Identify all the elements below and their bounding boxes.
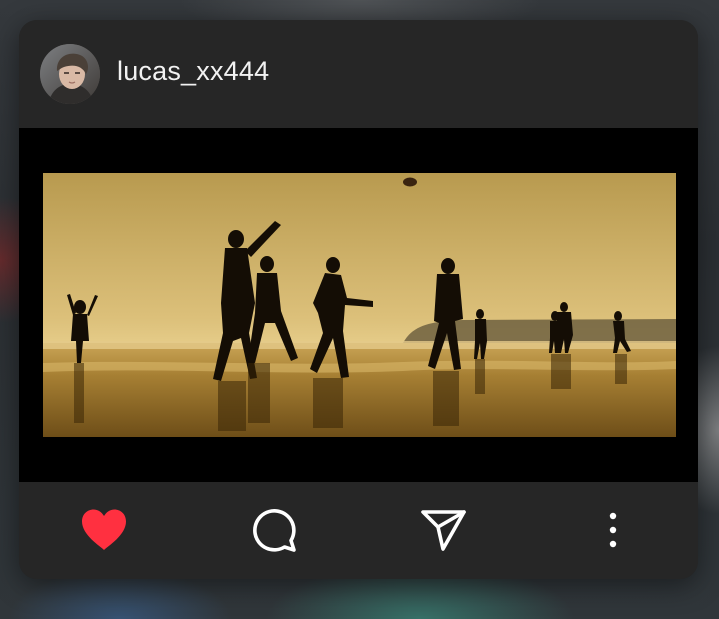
post-card: lucas_xx444 xyxy=(19,20,698,579)
post-header: lucas_xx444 xyxy=(19,20,698,128)
more-vertical-icon xyxy=(609,512,617,548)
heart-icon xyxy=(82,509,126,550)
beach-football-photo[interactable] xyxy=(43,173,676,437)
username[interactable]: lucas_xx444 xyxy=(117,56,269,87)
share-button[interactable] xyxy=(415,502,471,558)
more-options-button[interactable] xyxy=(585,502,641,558)
comment-button[interactable] xyxy=(246,502,302,558)
comment-icon xyxy=(253,509,296,552)
like-button[interactable] xyxy=(76,502,132,558)
send-icon xyxy=(421,510,466,551)
post-actions xyxy=(19,482,698,579)
post-media xyxy=(19,128,698,482)
avatar[interactable] xyxy=(40,44,100,104)
